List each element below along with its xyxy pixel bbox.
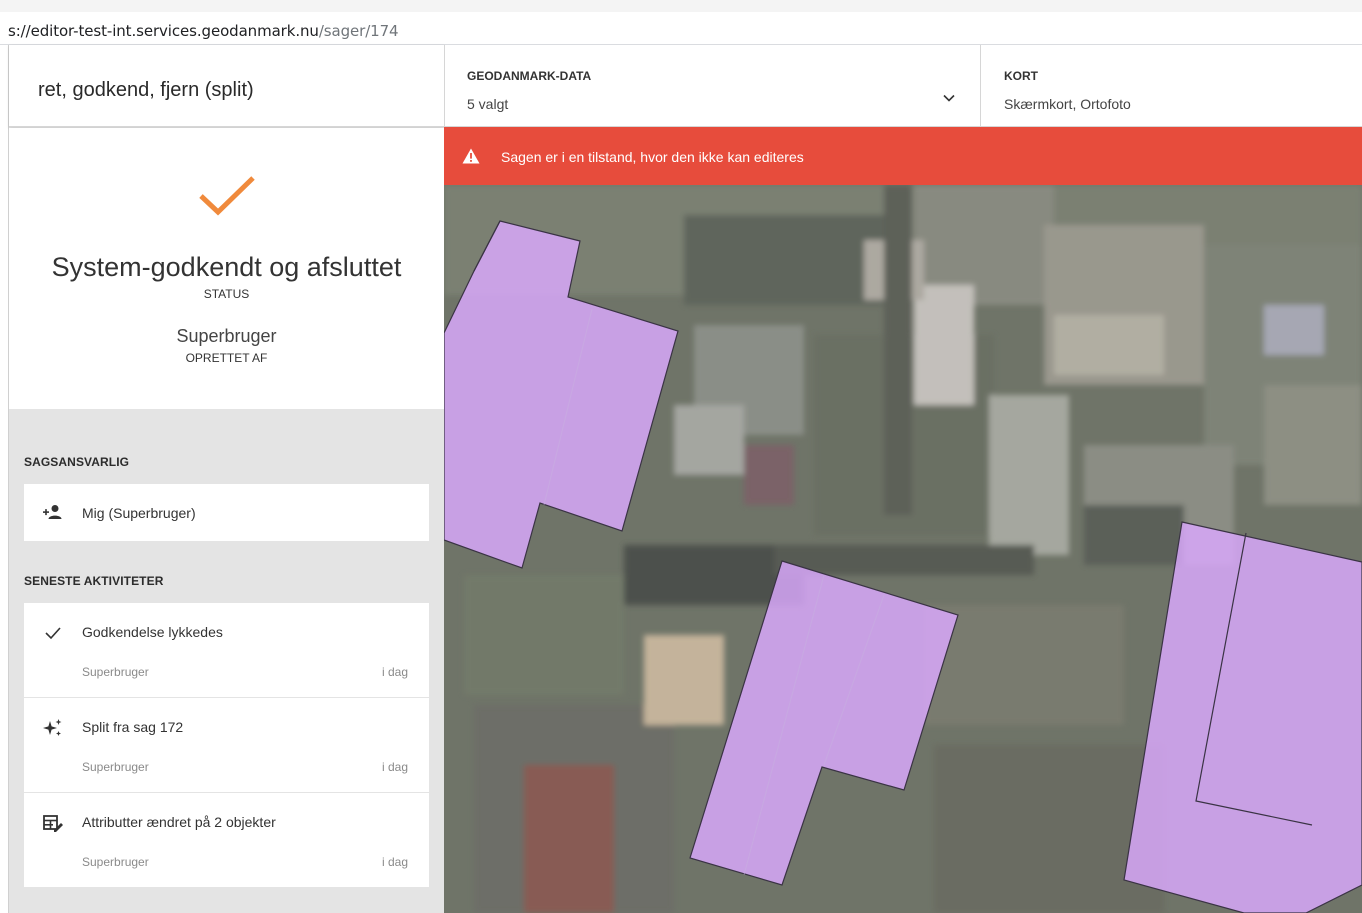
status-label: STATUS [203,287,250,301]
aerial-orthophoto [444,185,1362,913]
map-layer-selector[interactable]: KORT Skærmkort, Ortofoto [981,45,1362,127]
activity-item[interactable]: Split fra sag 172 Superbruger i dag [24,698,429,792]
activity-title: Attributter ændret på 2 objekter [82,814,276,830]
sparkle-icon [43,719,62,736]
check-icon [199,176,255,216]
activities-heading: SENESTE AKTIVITETER [24,574,164,588]
activity-user: Superbruger [82,665,149,679]
activity-item[interactable]: Godkendelse lykkedes Superbruger i dag [24,603,429,697]
map-view[interactable] [444,185,1362,913]
activity-time: i dag [381,760,408,774]
url-path: /sager/174 [318,22,399,40]
activity-item[interactable]: Attributter ændret på 2 objekter Superbr… [24,793,429,887]
data-panel-label: GEODANMARK-DATA [467,69,592,83]
case-sidebar: ret, godkend, fjern (split) System-godke… [9,45,444,913]
read-only-warning-banner: Sagen er i en tilstand, hvor den ikke ka… [444,127,1362,185]
url-domain: s://editor-test-int.services.geodanmark.… [8,22,319,40]
activity-time: i dag [381,855,408,869]
creator-label: OPRETTET AF [185,351,268,365]
map-panel-label: KORT [1004,69,1038,83]
status-card: System-godkendt og afsluttet STATUS Supe… [9,128,444,409]
activity-user: Superbruger [82,855,149,869]
map-panel-value: Skærmkort, Ortofoto [1004,96,1131,112]
warning-text: Sagen er i en tilstand, hvor den ikke ka… [501,149,804,165]
data-panel-value: 5 valgt [467,96,509,112]
url-text[interactable]: s://editor-test-int.services.geodanmark.… [8,22,399,40]
table-edit-icon [43,815,63,832]
case-title-bar: ret, godkend, fjern (split) [9,45,444,127]
activity-title: Split fra sag 172 [82,719,184,735]
chevron-down-icon[interactable] [943,94,955,102]
creator-value: Superbruger [176,326,277,346]
warning-icon [462,148,480,164]
browser-address-bar[interactable]: s://editor-test-int.services.geodanmark.… [0,0,1362,44]
case-title: ret, godkend, fjern (split) [38,79,254,101]
activity-time: i dag [381,665,408,679]
responsible-card[interactable]: Mig (Superbruger) [24,484,429,541]
responsible-heading: SAGSANSVARLIG [24,455,130,469]
check-icon [45,627,61,640]
person-add-icon [43,505,62,519]
activity-title: Godkendelse lykkedes [82,624,223,640]
responsible-name: Mig (Superbruger) [82,505,196,521]
activity-user: Superbruger [82,760,149,774]
layer-toolbar: GEODANMARK-DATA 5 valgt KORT Skærmkort, … [444,45,1362,127]
geodanmark-data-selector[interactable]: GEODANMARK-DATA 5 valgt [444,45,981,127]
status-value: System-godkendt og afsluttet [51,252,402,282]
